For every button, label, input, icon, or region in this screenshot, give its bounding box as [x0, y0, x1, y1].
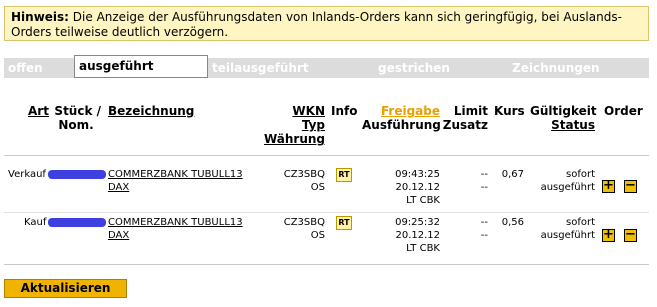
row-kurs: 0,67	[501, 169, 524, 180]
row-kurs: 0,56	[501, 217, 524, 228]
tab-ausgefuehrt[interactable]: ausgeführt	[74, 55, 208, 78]
row-wkn: CZ3SBQ	[283, 169, 325, 180]
underlying-link[interactable]: DAX	[108, 181, 129, 194]
col-bezeichnung[interactable]: Bezeichnung	[108, 104, 194, 118]
col-typ[interactable]: Typ	[260, 118, 325, 132]
col-ausfuehrung: Ausführung	[362, 118, 441, 132]
row-venue: LT CBK	[406, 243, 440, 254]
col-kurs: Kurs	[494, 104, 525, 118]
col-stueck: Stück /	[54, 104, 101, 118]
tab-teilausgefuehrt[interactable]: teilausgeführt	[208, 58, 374, 78]
redacted-quantity	[48, 170, 106, 179]
redacted-quantity	[48, 218, 106, 227]
row-venue: LT CBK	[406, 195, 440, 206]
security-link[interactable]: COMMERZBANK TUBULL13	[108, 216, 243, 229]
row-time: 09:25:32	[395, 217, 440, 228]
col-waehrung[interactable]: Währung	[260, 132, 325, 146]
row-divider	[4, 212, 649, 213]
row-time: 09:43:25	[395, 169, 440, 180]
refresh-button[interactable]: Aktualisieren	[4, 279, 127, 298]
header-divider	[4, 155, 649, 156]
tab-zeichnungen[interactable]: Zeichnungen	[508, 58, 649, 78]
col-gueltigkeit: Gültigkeit	[530, 104, 597, 118]
row-art: Kauf	[24, 217, 47, 228]
table-bottom-divider	[4, 264, 649, 265]
plus-order-button[interactable]: +	[602, 228, 615, 242]
row-limit: --	[480, 217, 488, 228]
col-zusatz: Zusatz	[442, 118, 488, 132]
row-gueltigkeit: sofort	[566, 169, 595, 180]
row-zusatz: --	[480, 230, 488, 241]
row-gueltigkeit: sofort	[566, 217, 595, 228]
row-art: Verkauf	[8, 169, 46, 180]
rt-info-button[interactable]: RT	[336, 216, 352, 230]
minus-order-button[interactable]: −	[624, 228, 637, 242]
row-date: 20.12.12	[395, 230, 440, 241]
col-order: Order	[604, 104, 643, 118]
minus-order-button[interactable]: −	[624, 179, 637, 193]
row-zusatz: --	[480, 182, 488, 193]
row-wkn: CZ3SBQ	[283, 217, 325, 228]
col-info: Info	[331, 104, 358, 118]
order-status-tabs: offen ausgeführt teilausgeführt gestrich…	[4, 55, 649, 78]
tab-offen[interactable]: offen	[4, 58, 74, 78]
col-art[interactable]: Art	[28, 104, 49, 118]
security-link[interactable]: COMMERZBANK TUBULL13	[108, 168, 243, 181]
col-limit: Limit	[453, 104, 488, 118]
row-limit: --	[480, 169, 488, 180]
col-status[interactable]: Status	[530, 118, 595, 132]
row-status: ausgeführt	[540, 230, 595, 241]
notice-text: Die Anzeige der Ausführungsdaten von Inl…	[11, 10, 622, 39]
row-date: 20.12.12	[395, 182, 440, 193]
notice-label: Hinweis:	[11, 10, 69, 24]
col-nom: Nom.	[58, 118, 94, 132]
row-typ: OS	[310, 230, 325, 241]
rt-info-button[interactable]: RT	[336, 168, 352, 182]
col-freigabe[interactable]: Freigabe	[362, 104, 440, 118]
row-status: ausgeführt	[540, 182, 595, 193]
row-typ: OS	[310, 182, 325, 193]
tab-gestrichen[interactable]: gestrichen	[374, 58, 508, 78]
plus-order-button[interactable]: +	[602, 179, 615, 193]
notice-box: Hinweis: Die Anzeige der Ausführungsdate…	[4, 6, 649, 41]
col-wkn[interactable]: WKN	[260, 104, 325, 118]
underlying-link[interactable]: DAX	[108, 229, 129, 242]
